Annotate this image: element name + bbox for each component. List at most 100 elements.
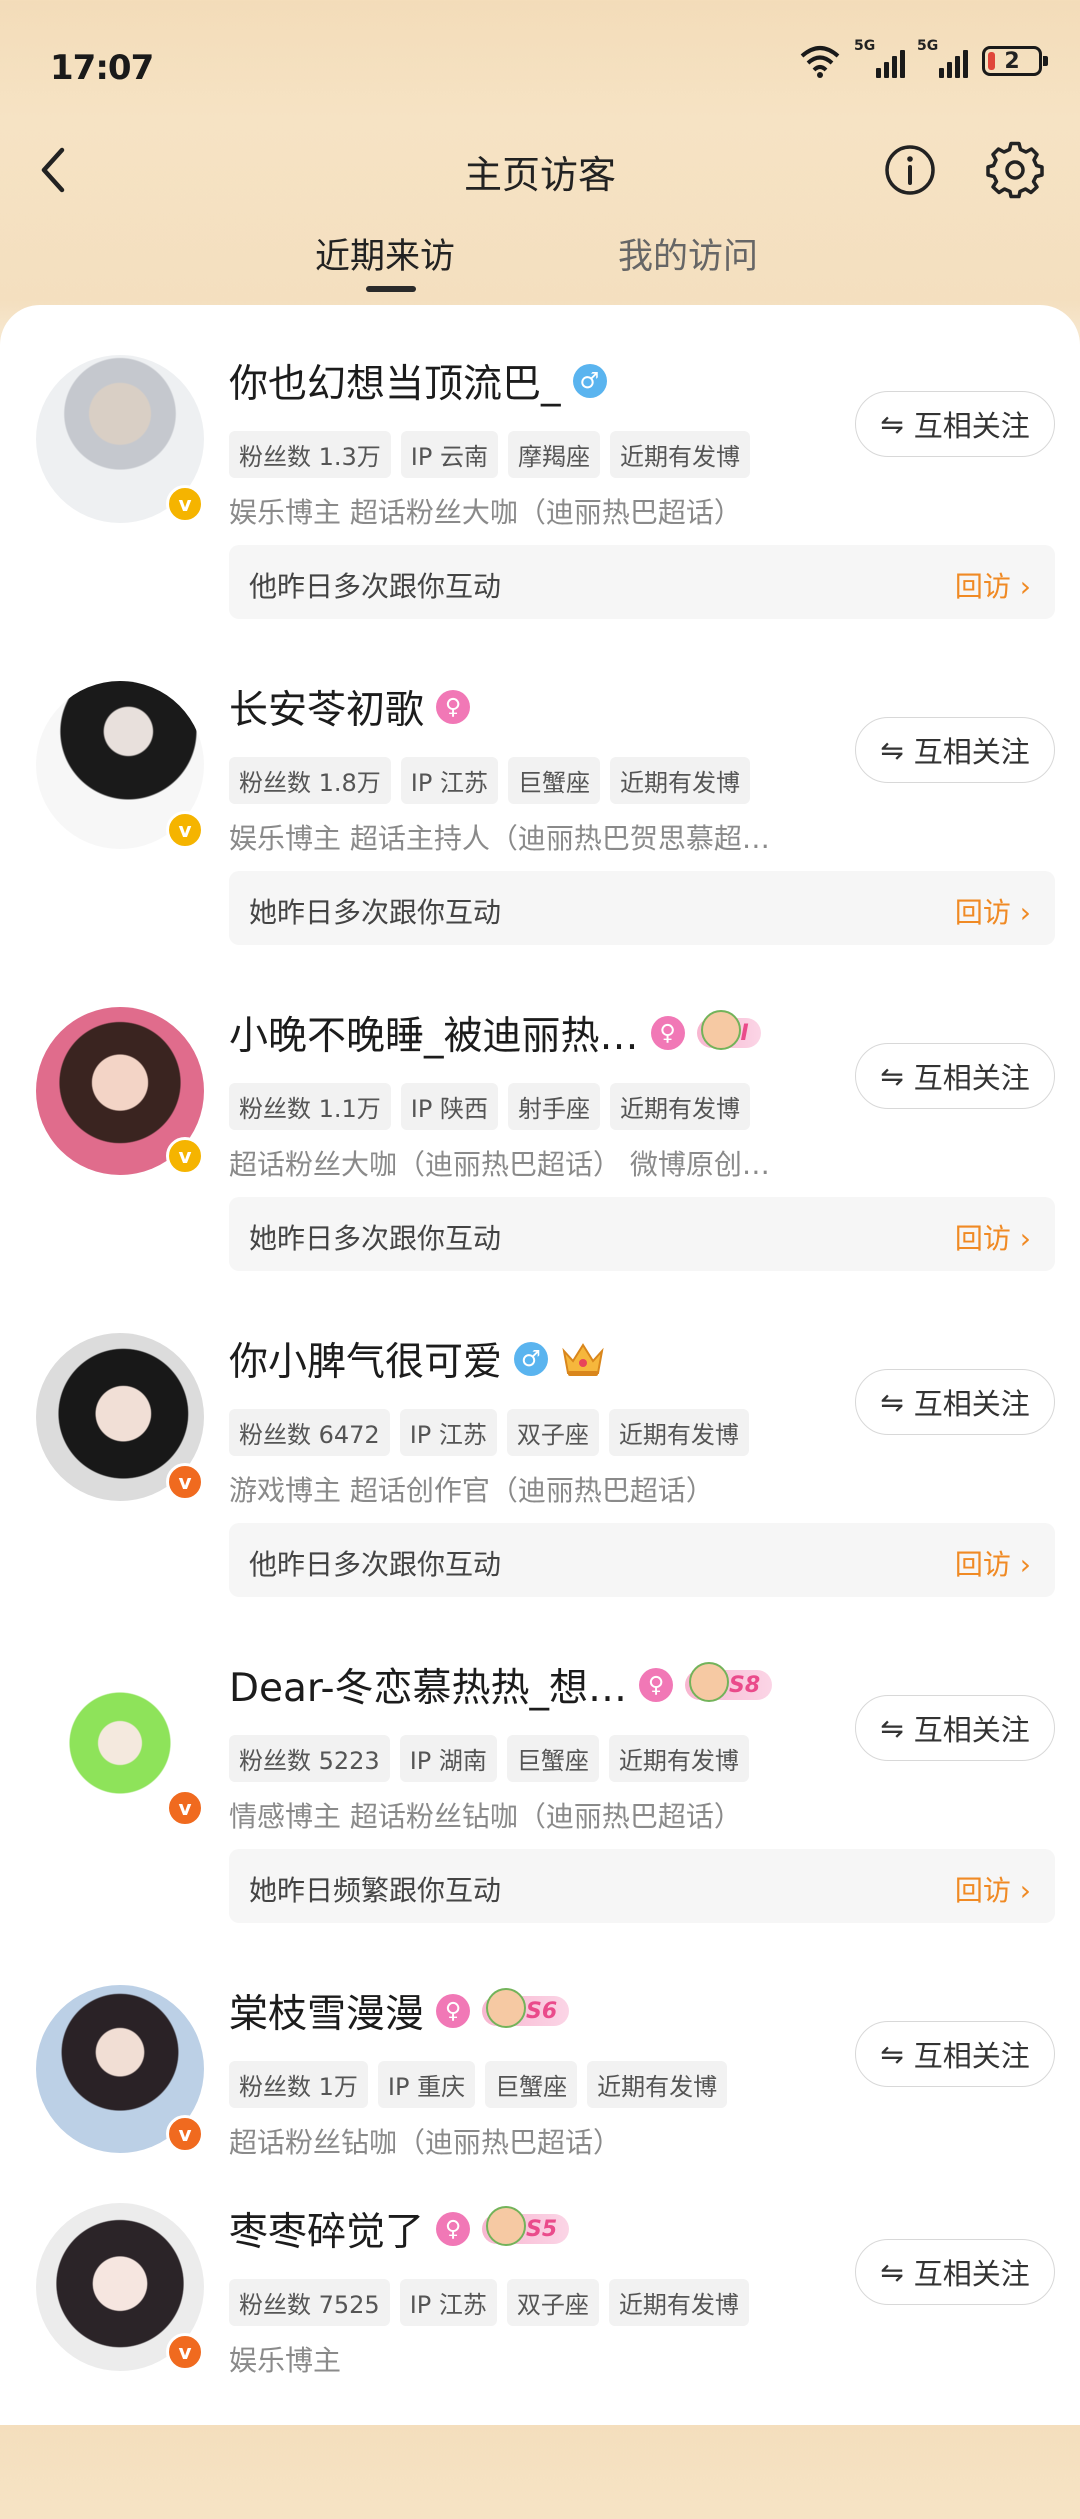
tag-ip: IP 湖南 <box>399 1735 497 1782</box>
tag-zodiac: 巨蟹座 <box>485 2061 578 2108</box>
follow-label: 互相关注 <box>913 735 1030 769</box>
tab-recent-visitors[interactable]: 近期来访 <box>315 228 455 279</box>
tag-ip: IP 江苏 <box>400 757 498 804</box>
fan-level-badge: S6 <box>482 1988 570 2028</box>
interaction-bar[interactable]: 她昨日多次跟你互动 回访 › <box>229 1197 1055 1271</box>
name-row: 枣枣碎觉了 ♀ S5 <box>229 2201 570 2257</box>
female-icon: ♀ <box>436 2212 471 2246</box>
tag-ip: IP 云南 <box>400 431 498 478</box>
user-name[interactable]: Dear-冬恋慕热热_想… <box>229 1657 627 1713</box>
list-item[interactable]: v 小晚不晚睡_被迪丽热… ♀ I 粉丝数 1.1万 IP 陕西 射手座 近期有… <box>0 997 1080 1323</box>
mutual-follow-button[interactable]: ⇋ 互相关注 <box>855 1369 1055 1435</box>
user-name[interactable]: 你小脾气很可爱 <box>229 1331 502 1387</box>
swap-arrows-icon: ⇋ <box>880 1059 904 1093</box>
status-icons: 5G 5G 2 <box>798 38 1048 78</box>
swap-arrows-icon: ⇋ <box>880 407 904 441</box>
tag-list: 粉丝数 1.8万 IP 江苏 巨蟹座 近期有发博 <box>229 757 750 804</box>
tab-my-visits[interactable]: 我的访问 <box>618 228 758 279</box>
user-description: 娱乐博主 <box>229 2344 342 2377</box>
swap-arrows-icon: ⇋ <box>880 2255 904 2289</box>
interaction-bar[interactable]: 她昨日多次跟你互动 回访 › <box>229 871 1055 945</box>
user-name[interactable]: 枣枣碎觉了 <box>229 2201 424 2257</box>
name-row: 你小脾气很可爱 ♂ <box>229 1331 606 1387</box>
male-icon: ♂ <box>572 364 607 398</box>
mutual-follow-button[interactable]: ⇋ 互相关注 <box>855 1043 1055 1109</box>
user-name[interactable]: 长安苓初歌 <box>229 679 424 735</box>
gear-icon[interactable] <box>985 140 1045 200</box>
network-type-label: 5G <box>854 38 876 54</box>
user-description: 超话粉丝钻咖（迪丽热巴超话） <box>229 2126 622 2159</box>
follow-label: 互相关注 <box>913 1387 1030 1421</box>
tag-list: 粉丝数 1.3万 IP 云南 摩羯座 近期有发博 <box>229 431 750 478</box>
tag-activity: 近期有发博 <box>587 2061 728 2108</box>
interaction-text: 她昨日多次跟你互动 <box>249 896 502 929</box>
list-item[interactable]: v 你也幻想当顶流巴_ ♂ 粉丝数 1.3万 IP 云南 摩羯座 近期有发博 娱… <box>0 345 1080 671</box>
tag-zodiac: 射手座 <box>507 1083 600 1130</box>
interaction-text: 他昨日多次跟你互动 <box>249 570 502 603</box>
status-bar: 17:07 5G 5G 2 <box>0 0 1080 130</box>
verified-badge-icon: v <box>166 1463 204 1501</box>
mutual-follow-button[interactable]: ⇋ 互相关注 <box>855 1695 1055 1761</box>
list-item[interactable]: v 你小脾气很可爱 ♂ 粉丝数 6472 IP 江苏 双子座 近期有发博 游戏博… <box>0 1323 1080 1649</box>
tag-fans: 粉丝数 1万 <box>229 2061 368 2108</box>
tag-fans: 粉丝数 7525 <box>229 2279 390 2326</box>
info-icon[interactable] <box>880 140 940 200</box>
tag-activity: 近期有发博 <box>609 1083 750 1130</box>
clock: 17:07 <box>50 48 154 88</box>
female-icon: ♀ <box>639 1668 674 1702</box>
fan-level: I <box>740 1020 749 1046</box>
tag-zodiac: 双子座 <box>506 2279 599 2326</box>
interaction-text: 他昨日多次跟你互动 <box>249 1548 502 1581</box>
wifi-icon <box>800 46 840 78</box>
tag-activity: 近期有发博 <box>609 757 750 804</box>
verified-badge-icon: v <box>166 2333 204 2371</box>
user-description: 娱乐博主 超话主持人（迪丽热巴贺思慕超… <box>229 822 770 855</box>
list-item[interactable]: v 长安苓初歌 ♀ 粉丝数 1.8万 IP 江苏 巨蟹座 近期有发博 娱乐博主 … <box>0 671 1080 997</box>
tag-activity: 近期有发博 <box>608 1735 749 1782</box>
user-name[interactable]: 棠枝雪漫漫 <box>229 1983 424 2039</box>
fan-level: S8 <box>729 1672 761 1698</box>
revisit-link[interactable]: 回访 › <box>955 565 1031 605</box>
tag-list: 粉丝数 5223 IP 湖南 巨蟹座 近期有发博 <box>229 1735 749 1782</box>
swap-arrows-icon: ⇋ <box>880 2037 904 2071</box>
tag-ip: IP 陕西 <box>400 1083 498 1130</box>
tag-list: 粉丝数 1.1万 IP 陕西 射手座 近期有发博 <box>229 1083 750 1130</box>
interaction-bar[interactable]: 他昨日多次跟你互动 回访 › <box>229 1523 1055 1597</box>
interaction-text: 她昨日多次跟你互动 <box>249 1222 502 1255</box>
mascot-icon <box>689 1662 730 1702</box>
tag-activity: 近期有发博 <box>609 431 750 478</box>
tag-fans: 粉丝数 1.3万 <box>229 431 391 478</box>
tag-fans: 粉丝数 1.1万 <box>229 1083 391 1130</box>
interaction-bar[interactable]: 他昨日多次跟你互动 回访 › <box>229 545 1055 619</box>
user-name[interactable]: 你也幻想当顶流巴_ <box>229 353 561 409</box>
visitor-list: v 你也幻想当顶流巴_ ♂ 粉丝数 1.3万 IP 云南 摩羯座 近期有发博 娱… <box>0 305 1080 2425</box>
verified-badge-icon: v <box>166 1789 204 1827</box>
network-type-label: 5G <box>917 38 939 54</box>
tab-indicator <box>366 286 416 292</box>
tag-ip: IP 江苏 <box>399 2279 497 2326</box>
mutual-follow-button[interactable]: ⇋ 互相关注 <box>855 2021 1055 2087</box>
revisit-link[interactable]: 回访 › <box>955 1543 1031 1583</box>
list-item[interactable]: v Dear-冬恋慕热热_想… ♀ S8 粉丝数 5223 IP 湖南 巨蟹座 … <box>0 1649 1080 1975</box>
mutual-follow-button[interactable]: ⇋ 互相关注 <box>855 2239 1055 2305</box>
revisit-link[interactable]: 回访 › <box>955 1217 1031 1257</box>
user-description: 情感博主 超话粉丝钻咖（迪丽热巴超话） <box>229 1800 742 1833</box>
mutual-follow-button[interactable]: ⇋ 互相关注 <box>855 717 1055 783</box>
signal-icon: 5G <box>917 38 968 78</box>
revisit-link[interactable]: 回访 › <box>955 1869 1031 1909</box>
name-row: 长安苓初歌 ♀ <box>229 679 471 735</box>
follow-label: 互相关注 <box>913 1061 1030 1095</box>
follow-label: 互相关注 <box>913 2257 1030 2291</box>
fan-level-badge: S8 <box>685 1662 773 1702</box>
tag-zodiac: 双子座 <box>506 1409 599 1456</box>
user-description: 超话粉丝大咖（迪丽热巴超话） 微博原创… <box>229 1148 770 1181</box>
user-name[interactable]: 小晚不晚睡_被迪丽热… <box>229 1005 639 1061</box>
revisit-link[interactable]: 回访 › <box>955 891 1031 931</box>
list-item[interactable]: v 枣枣碎觉了 ♀ S5 粉丝数 7525 IP 江苏 双子座 近期有发博 娱乐… <box>0 2193 1080 2519</box>
tag-fans: 粉丝数 6472 <box>229 1409 390 1456</box>
mutual-follow-button[interactable]: ⇋ 互相关注 <box>855 391 1055 457</box>
mascot-icon <box>486 1988 527 2028</box>
interaction-bar[interactable]: 她昨日频繁跟你互动 回访 › <box>229 1849 1055 1923</box>
male-icon: ♂ <box>514 1342 549 1376</box>
swap-arrows-icon: ⇋ <box>880 733 904 767</box>
